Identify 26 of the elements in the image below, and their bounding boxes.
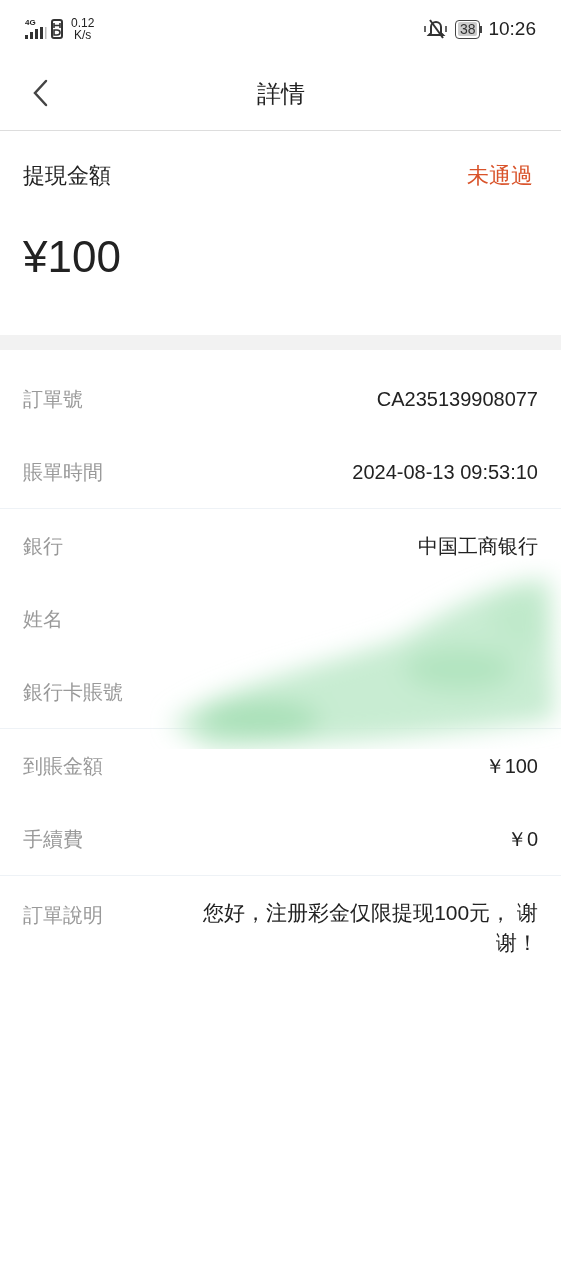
field-label: 銀行卡賬號 xyxy=(23,679,123,705)
amount-value: ¥100 xyxy=(23,231,122,283)
field-label: 訂單說明 xyxy=(23,903,103,928)
amount-label: 提現金額 xyxy=(23,162,111,190)
speed-unit: K/s xyxy=(74,29,92,41)
field-value: 中国工商银行 xyxy=(418,533,538,559)
muted-bell-icon xyxy=(422,18,449,40)
note-text: 您好，注册彩金仅限提现100元， 谢谢！ xyxy=(202,900,538,956)
field-value: CA235139908077 xyxy=(376,386,538,412)
field-value: 2024-08-13 09:53:10 xyxy=(352,459,538,485)
field-label: 銀行 xyxy=(23,533,63,559)
status-text: 未通過 xyxy=(467,162,533,190)
field-value: ￥100 xyxy=(484,753,538,779)
network-speed: 0.12 xyxy=(71,17,95,29)
clock-time: 10:26 xyxy=(488,16,536,41)
field-label: 手續費 xyxy=(23,826,83,852)
field-label: 賬單時間 xyxy=(23,459,103,485)
signal-icon xyxy=(25,27,47,39)
field-label: 到賬金額 xyxy=(23,753,103,779)
field-label: 姓名 xyxy=(23,606,63,632)
field-label: 訂單號 xyxy=(23,386,83,412)
hd-icon xyxy=(51,19,63,39)
page-title: 詳情 xyxy=(256,79,305,109)
field-value: ￥0 xyxy=(506,826,538,852)
network-type: 4G xyxy=(25,19,36,27)
battery-level: 38 xyxy=(457,22,478,36)
